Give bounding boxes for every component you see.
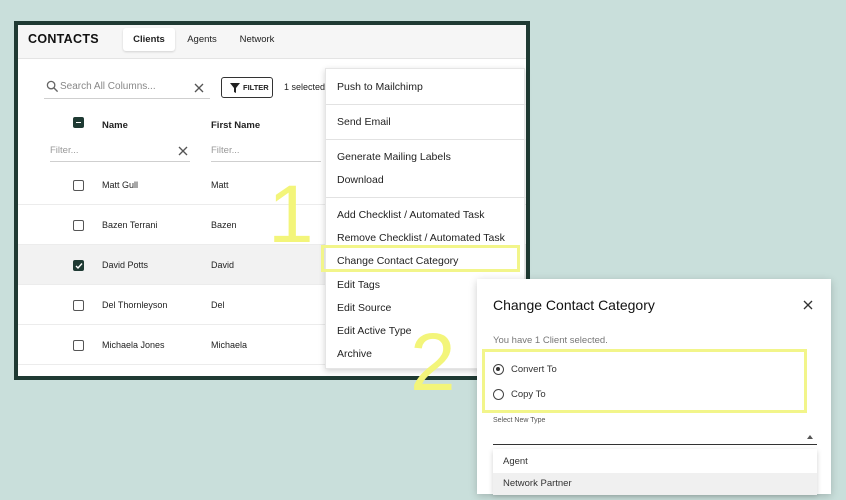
first-name-filter-input[interactable]: Filter... <box>211 140 321 162</box>
funnel-icon <box>230 83 240 93</box>
cell-first-name: Del <box>211 300 225 310</box>
menu-divider <box>326 104 526 105</box>
menu-item-add-checklist[interactable]: Add Checklist / Automated Task <box>337 209 484 221</box>
cell-name: Michaela Jones <box>102 340 165 350</box>
menu-item-generate-mailing-labels[interactable]: Generate Mailing Labels <box>337 151 451 163</box>
menu-item-archive[interactable]: Archive <box>337 348 372 360</box>
menu-item-download[interactable]: Download <box>337 174 384 186</box>
page-title: CONTACTS <box>28 32 99 46</box>
filter-label: FILTER <box>243 83 269 92</box>
dialog-title: Change Contact Category <box>493 297 655 313</box>
filter-button[interactable]: FILTER <box>221 77 273 98</box>
menu-item-push-to-mailchimp[interactable]: Push to Mailchimp <box>337 81 423 93</box>
menu-item-edit-active-type[interactable]: Edit Active Type <box>337 325 412 337</box>
highlight-convert-options <box>482 349 807 413</box>
step-2-label: 2 <box>410 317 456 408</box>
column-header-name[interactable]: Name <box>102 120 128 131</box>
name-filter-input[interactable]: Filter... <box>50 140 190 162</box>
highlight-change-category <box>321 245 520 272</box>
tab-agents[interactable]: Agents <box>182 28 222 51</box>
cell-name: David Potts <box>102 260 149 270</box>
clear-search-icon[interactable] <box>194 83 204 93</box>
dialog-subtitle: You have 1 Client selected. <box>493 335 608 346</box>
clear-filter-icon[interactable] <box>178 146 188 156</box>
filter-placeholder: Filter... <box>50 145 79 156</box>
cell-first-name: Michaela <box>211 340 248 350</box>
search-input[interactable]: Search All Columns... <box>44 77 210 99</box>
select-all-checkbox[interactable] <box>73 117 84 128</box>
select-new-type-label: Select New Type <box>493 417 546 424</box>
selected-count: 1 selected <box>284 82 326 92</box>
menu-item-edit-tags[interactable]: Edit Tags <box>337 279 380 291</box>
menu-item-send-email[interactable]: Send Email <box>337 116 391 128</box>
cell-first-name: Bazen <box>211 220 237 230</box>
row-checkbox[interactable] <box>73 340 84 351</box>
option-network-partner[interactable]: Network Partner <box>493 473 817 495</box>
cell-name: Matt Gull <box>102 180 139 190</box>
menu-divider <box>326 197 526 198</box>
row-checkbox[interactable] <box>73 180 84 191</box>
search-icon <box>46 80 59 93</box>
step-1-label: 1 <box>268 169 314 260</box>
menu-item-edit-source[interactable]: Edit Source <box>337 302 391 314</box>
search-placeholder: Search All Columns... <box>60 81 156 92</box>
tab-clients[interactable]: Clients <box>123 28 175 51</box>
top-bar: CONTACTS Clients Agents Network <box>18 25 526 59</box>
select-new-type-field[interactable] <box>493 444 817 445</box>
cell-name: Del Thornleyson <box>102 300 168 310</box>
type-options-list: Agent Network Partner <box>493 449 817 495</box>
cell-name: Bazen Terrani <box>102 220 158 230</box>
cell-first-name: Matt <box>211 180 229 190</box>
filter-placeholder: Filter... <box>211 145 240 156</box>
check-icon <box>75 262 83 269</box>
row-checkbox[interactable] <box>73 220 84 231</box>
cell-first-name: David <box>211 260 235 270</box>
row-checkbox[interactable] <box>73 300 84 311</box>
dropdown-arrow-icon[interactable] <box>807 435 813 439</box>
tab-network[interactable]: Network <box>234 28 280 51</box>
close-icon[interactable] <box>803 300 813 310</box>
menu-divider <box>326 139 526 140</box>
column-header-first-name[interactable]: First Name <box>211 120 260 131</box>
option-agent[interactable]: Agent <box>493 451 817 473</box>
row-checkbox[interactable] <box>73 260 84 271</box>
menu-item-remove-checklist[interactable]: Remove Checklist / Automated Task <box>337 232 505 244</box>
